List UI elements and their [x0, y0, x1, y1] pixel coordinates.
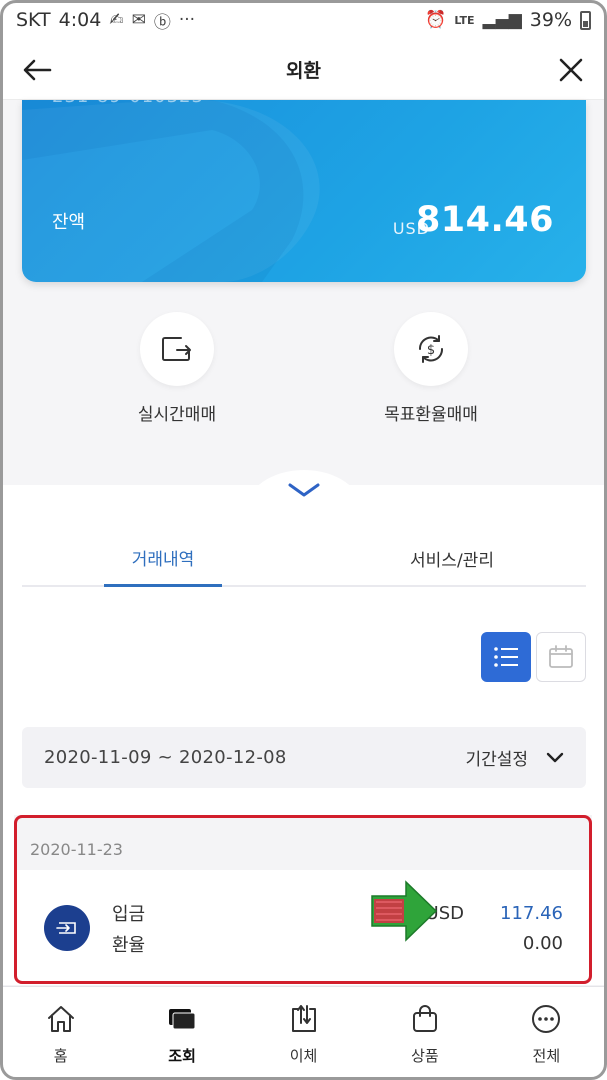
nav-products[interactable]: 상품 — [364, 987, 485, 1080]
chevron-down-icon[interactable] — [546, 752, 564, 764]
dollar-cycle-icon: $ — [418, 335, 444, 363]
nav-label: 홈 — [53, 1047, 68, 1065]
nav-inquiry[interactable]: 조회 — [121, 987, 242, 1080]
close-icon[interactable] — [553, 52, 589, 88]
period-selector[interactable]: 2020-11-09 ~ 2020-12-08 기간설정 — [22, 727, 586, 788]
quick-action-circle[interactable]: $ — [394, 312, 468, 386]
transaction-amount: 117.46 — [500, 903, 563, 924]
period-range: 2020-11-09 ~ 2020-12-08 — [44, 747, 287, 768]
account-summary-area: 231-89-010323 잔액 USD 814.46 실시간매매 $ 목표환율… — [0, 100, 607, 485]
balance-label: 잔액 — [52, 212, 86, 233]
status-bar: SKT 4:04 ✍ ✉ ⓑ ··· ⏰ LTE ▂▄▆ 39% — [0, 0, 607, 40]
quick-action-label: 목표환율매매 — [384, 405, 478, 425]
time-text: 4:04 — [58, 9, 102, 31]
shopping-bag-icon — [412, 1005, 437, 1032]
battery-icon — [580, 10, 591, 30]
home-icon — [47, 1006, 74, 1032]
b-app-icon: ⓑ — [153, 12, 171, 33]
calendar-icon — [549, 645, 573, 668]
account-card[interactable]: 231-89-010323 잔액 USD 814.46 — [22, 100, 586, 282]
notification-icon: ✉ — [131, 10, 146, 30]
carrier-text: SKT — [16, 9, 51, 31]
signal-icon: ▂▄▆ — [482, 10, 522, 30]
more-icon — [532, 1005, 561, 1033]
transaction-date-header: 2020-11-23 — [14, 815, 592, 870]
transaction-rate-label: 환율 — [112, 935, 146, 956]
arrow-right-icon — [371, 880, 438, 942]
signature-icon: ✍ — [109, 10, 124, 30]
more-dots: ··· — [178, 10, 196, 30]
quick-action-circle[interactable] — [140, 312, 214, 386]
card-decoration — [22, 100, 320, 282]
transaction-date: 2020-11-23 — [30, 840, 123, 859]
deposit-icon — [44, 905, 90, 951]
alarm-icon: ⏰ — [425, 10, 447, 30]
exchange-out-icon — [162, 337, 191, 361]
page-title: 외환 — [286, 60, 321, 82]
back-arrow-icon[interactable] — [20, 52, 56, 88]
network-label: LTE — [454, 13, 475, 27]
bottom-navigation: 홈 조회 이체 상품 전체 — [0, 986, 607, 1080]
transfer-icon — [291, 1005, 316, 1032]
app-header: 외환 — [0, 40, 607, 100]
period-setting-label[interactable]: 기간설정 — [465, 745, 528, 770]
nav-label: 조회 — [168, 1047, 196, 1065]
target-rate-trade-button[interactable]: $ 목표환율매매 — [351, 312, 511, 425]
list-icon — [494, 647, 518, 667]
transaction-type: 입금 — [112, 904, 146, 925]
balance-amount: 814.46 — [415, 200, 554, 240]
nav-home[interactable]: 홈 — [0, 987, 121, 1080]
tab-service-management[interactable]: 서비스/관리 — [372, 530, 532, 587]
tab-transaction-history[interactable]: 거래내역 — [104, 530, 222, 587]
nav-all[interactable]: 전체 — [486, 987, 607, 1080]
nav-label: 이체 — [289, 1047, 318, 1065]
realtime-trade-button[interactable]: 실시간매매 — [97, 312, 257, 425]
battery-percent: 39% — [529, 9, 572, 31]
calendar-view-button[interactable] — [536, 632, 586, 682]
account-number: 231-89-010323 — [52, 100, 204, 107]
chevron-down-icon[interactable] — [286, 480, 322, 500]
nav-label: 상품 — [411, 1047, 439, 1065]
svg-text:$: $ — [427, 343, 435, 358]
quick-action-label: 실시간매매 — [137, 405, 217, 425]
tab-bar: 거래내역 서비스/관리 — [22, 530, 586, 587]
wallet-icon — [169, 1009, 196, 1030]
nav-transfer[interactable]: 이체 — [243, 987, 364, 1080]
list-view-button[interactable] — [481, 632, 531, 682]
transaction-rate-value: 0.00 — [522, 933, 563, 954]
nav-label: 전체 — [532, 1047, 561, 1065]
transaction-row[interactable]: 입금 환율 USD 117.46 0.00 — [14, 870, 592, 982]
